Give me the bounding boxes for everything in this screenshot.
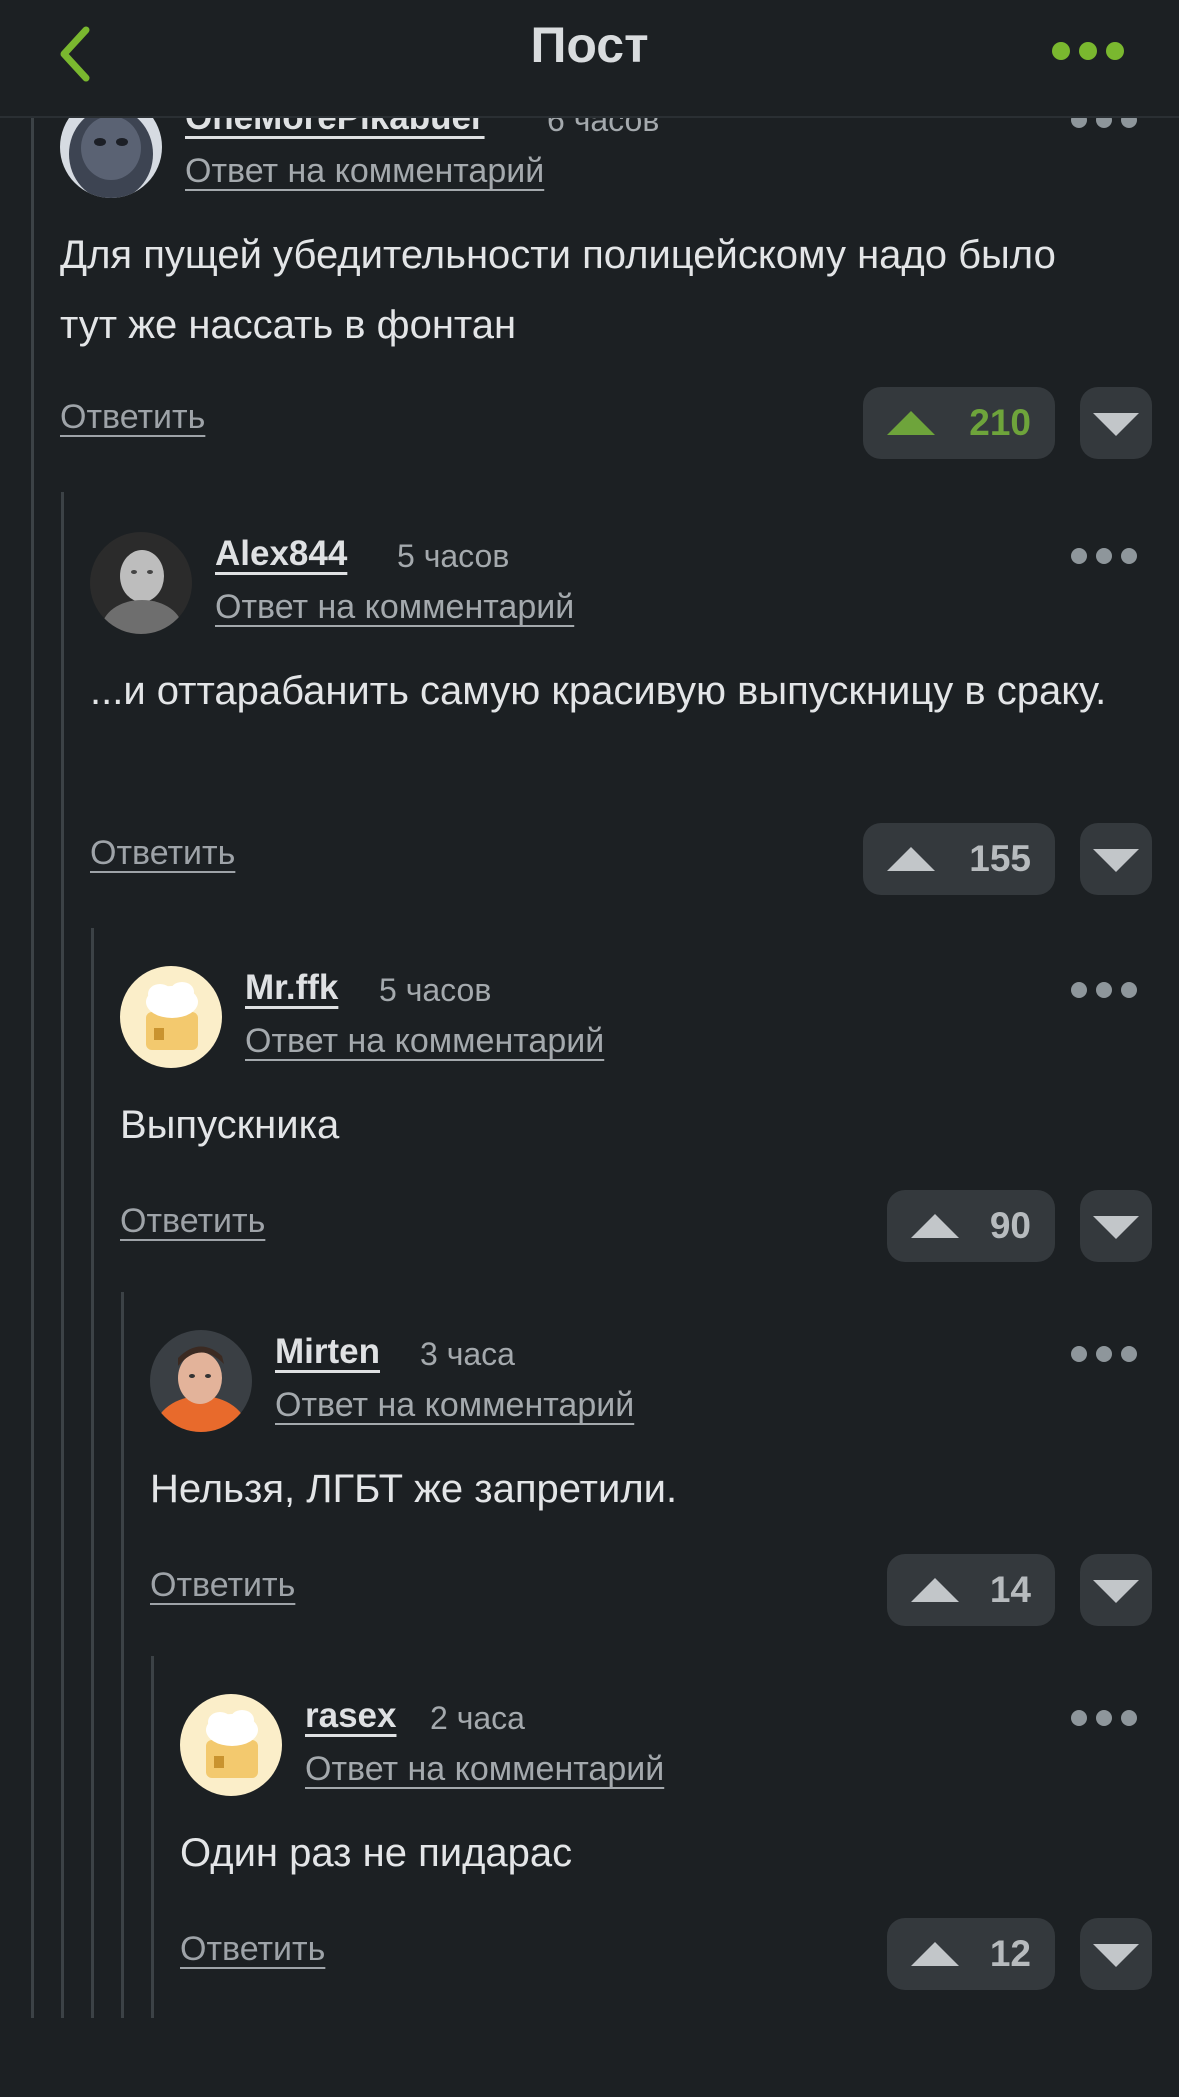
more-dots-icon	[1052, 42, 1070, 60]
arrow-up-icon	[911, 1942, 959, 1966]
comment-text: Для пущей убедительности полицейскому на…	[60, 233, 1056, 347]
comment-text: Выпускника	[120, 1103, 340, 1147]
avatar[interactable]	[120, 966, 222, 1068]
comment-menu-button[interactable]	[1071, 1710, 1137, 1728]
reply-to-link[interactable]: Ответ на комментарий	[185, 152, 544, 191]
more-dots-icon	[1071, 548, 1087, 564]
page-title: Пост	[530, 17, 649, 73]
thread-line	[91, 928, 94, 2018]
reply-button[interactable]: Ответить	[90, 834, 235, 873]
arrow-down-icon	[1093, 1944, 1139, 1967]
arrow-down-icon	[1093, 849, 1139, 872]
chevron-left-icon	[60, 26, 90, 82]
comment: OneMorePikabuer 6 часов Ответ на коммент…	[60, 118, 1152, 460]
downvote-button[interactable]	[1080, 1554, 1152, 1626]
comment-author[interactable]: Mr.ffk	[245, 968, 338, 1008]
upvote-button[interactable]: 155	[863, 823, 1055, 895]
comment-text: ...и оттарабанить самую красивую выпускн…	[90, 669, 1107, 713]
comment-time: 2 часа	[430, 1700, 525, 1736]
reply-to-link[interactable]: Ответ на комментарий	[305, 1750, 664, 1789]
thread-line	[151, 1656, 154, 2018]
more-dots-icon	[1071, 982, 1087, 998]
reply-button[interactable]: Ответить	[60, 398, 205, 437]
comment-menu-button[interactable]	[1071, 1346, 1137, 1364]
top-bar: Пост	[0, 0, 1179, 118]
avatar[interactable]	[60, 118, 162, 198]
comment-time: 6 часов	[547, 118, 660, 138]
avatar[interactable]	[180, 1694, 282, 1796]
post-menu-button[interactable]	[1052, 38, 1128, 64]
comment: Alex844 5 часов Ответ на комментарий ...…	[90, 532, 1152, 896]
comment: Mr.ffk 5 часов Ответ на комментарий Выпу…	[120, 966, 1152, 1266]
upvote-button[interactable]: 210	[863, 387, 1055, 459]
comment-author[interactable]: OneMorePikabuer	[185, 118, 485, 138]
arrow-down-icon	[1093, 1580, 1139, 1603]
reply-to-link[interactable]: Ответ на комментарий	[275, 1386, 634, 1425]
avatar[interactable]	[150, 1330, 252, 1432]
comment: Mirten 3 часа Ответ на комментарий Нельз…	[150, 1330, 1152, 1630]
comment-author[interactable]: rasex	[305, 1696, 396, 1736]
comment-text: Нельзя, ЛГБТ же запретили.	[150, 1467, 678, 1511]
comments-list: OneMorePikabuer 6 часов Ответ на коммент…	[0, 118, 1179, 2018]
back-button[interactable]	[52, 22, 102, 86]
upvote-button[interactable]: 90	[887, 1190, 1055, 1262]
comment-author[interactable]: Mirten	[275, 1332, 380, 1372]
comment-text: Один раз не пидарас	[180, 1831, 573, 1875]
reply-button[interactable]: Ответить	[120, 1202, 265, 1241]
downvote-button[interactable]	[1080, 1918, 1152, 1990]
more-dots-icon	[1071, 1710, 1087, 1726]
downvote-button[interactable]	[1080, 823, 1152, 895]
comment-time: 5 часов	[379, 972, 492, 1008]
comment-menu-button[interactable]	[1071, 548, 1137, 566]
comment: rasex 2 часа Ответ на комментарий Один р…	[180, 1694, 1152, 1994]
vote-count: 12	[989, 1933, 1031, 1974]
comment-author[interactable]: Alex844	[215, 534, 347, 574]
avatar[interactable]	[90, 532, 192, 634]
thread-line	[121, 1292, 124, 2018]
more-dots-icon	[1071, 1346, 1087, 1362]
downvote-button[interactable]	[1080, 1190, 1152, 1262]
arrow-up-icon	[887, 847, 935, 871]
arrow-up-icon	[887, 411, 935, 435]
comment-menu-button[interactable]	[1071, 982, 1137, 1000]
more-dots-icon	[1071, 118, 1087, 128]
thread-line	[61, 492, 64, 2018]
arrow-up-icon	[911, 1578, 959, 1602]
reply-button[interactable]: Ответить	[150, 1566, 295, 1605]
vote-count: 210	[969, 402, 1031, 443]
upvote-button[interactable]: 12	[887, 1918, 1055, 1990]
comment-time: 5 часов	[397, 538, 510, 574]
vote-count: 155	[969, 838, 1031, 879]
downvote-button[interactable]	[1080, 387, 1152, 459]
arrow-down-icon	[1093, 1216, 1139, 1239]
reply-to-link[interactable]: Ответ на комментарий	[245, 1022, 604, 1061]
comment-menu-button[interactable]	[1071, 118, 1137, 130]
upvote-button[interactable]: 14	[887, 1554, 1055, 1626]
vote-count: 90	[989, 1205, 1031, 1246]
vote-count: 14	[989, 1569, 1031, 1610]
thread-line	[31, 118, 34, 2018]
reply-to-link[interactable]: Ответ на комментарий	[215, 588, 574, 627]
reply-button[interactable]: Ответить	[180, 1930, 325, 1969]
arrow-down-icon	[1093, 413, 1139, 436]
arrow-up-icon	[911, 1214, 959, 1238]
comment-time: 3 часа	[420, 1336, 515, 1372]
